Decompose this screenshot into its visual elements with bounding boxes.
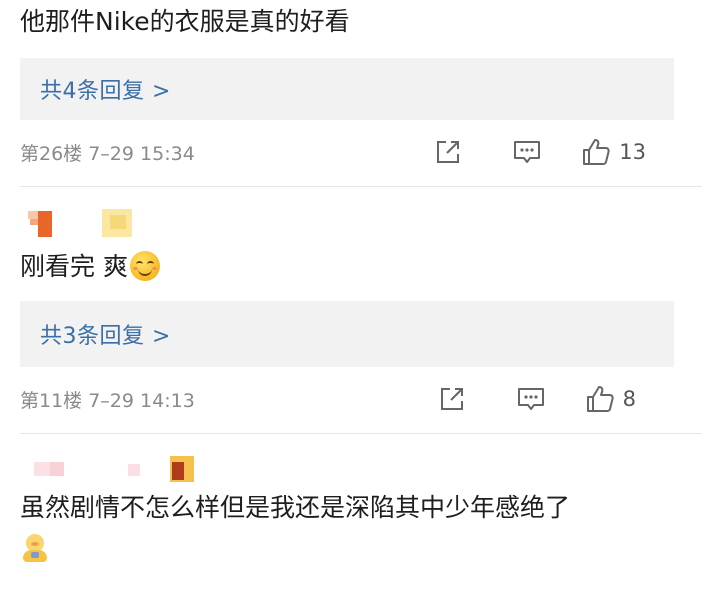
comment-actions: 13	[435, 120, 646, 184]
username-row	[20, 456, 674, 490]
floor-and-time: 第11楼 7–29 14:13	[20, 389, 195, 412]
like-count: 8	[622, 387, 636, 411]
comment-actions: 8	[439, 367, 646, 431]
comment-icon	[514, 141, 541, 163]
reply-count-button[interactable]: 共4条回复 >	[20, 58, 674, 120]
comment-2: 刚看完 爽 共3条回复 > 第11楼 7–29 14:13 8	[0, 187, 702, 431]
comment-text: 他那件Nike的衣服是真的好看	[20, 7, 350, 36]
reply-count-link[interactable]: 共4条回复 >	[40, 73, 171, 105]
like-count: 13	[619, 140, 646, 164]
reply-button[interactable]	[517, 386, 545, 412]
share-button[interactable]	[435, 139, 461, 165]
username-row	[20, 207, 674, 247]
thumbs-up-icon	[586, 386, 614, 412]
share-icon	[437, 141, 460, 163]
comment-text: 刚看完 爽	[20, 251, 674, 283]
thumbs-up-icon	[583, 139, 610, 165]
like-button[interactable]: 8	[585, 384, 636, 414]
comment-1: 他那件Nike的衣服是真的好看 共4条回复 > 第26楼 7–29 15:34	[0, 0, 702, 184]
reply-count-button[interactable]: 共3条回复 >	[20, 301, 674, 367]
share-button[interactable]	[439, 386, 465, 412]
avatar[interactable]	[34, 460, 74, 480]
comment-icon	[517, 388, 544, 410]
baby-emoji	[20, 534, 50, 564]
reply-button[interactable]	[513, 139, 541, 165]
comment-meta: 第11楼 7–29 14:13 8	[20, 367, 674, 431]
share-icon	[440, 388, 463, 410]
comment-text: 虽然剧情不怎么样但是我还是深陷其中少年感绝了	[20, 493, 571, 522]
avatar[interactable]	[20, 207, 60, 237]
username[interactable]	[102, 209, 142, 239]
floor-and-time: 第26楼 7–29 15:34	[20, 142, 195, 165]
comment-meta: 第26楼 7–29 15:34 13	[20, 120, 674, 184]
like-button[interactable]: 13	[581, 137, 646, 167]
comment-thread: 他那件Nike的衣服是真的好看 共4条回复 > 第26楼 7–29 15:34	[0, 0, 702, 590]
comment-3: 虽然剧情不怎么样但是我还是深陷其中少年感绝了	[0, 434, 702, 564]
smiling-face-emoji	[129, 251, 160, 281]
username[interactable]	[128, 456, 218, 482]
reply-count-link[interactable]: 共3条回复 >	[40, 318, 171, 350]
